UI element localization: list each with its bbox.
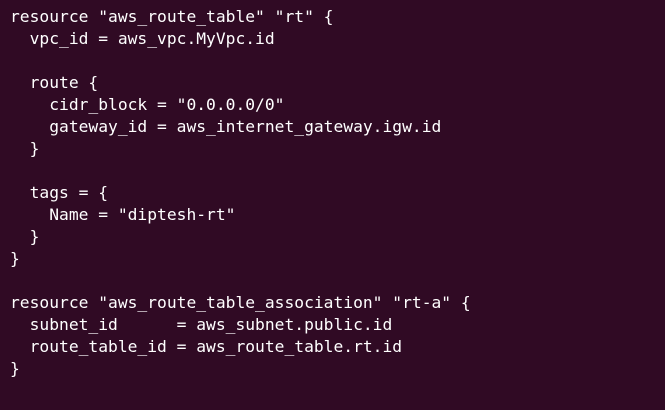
code-line: Name = "diptesh-rt" [10,205,236,224]
code-line: vpc_id = aws_vpc.MyVpc.id [10,29,275,48]
terminal-window[interactable]: resource "aws_route_table" "rt" { vpc_id… [0,0,665,410]
code-line: subnet_id = aws_subnet.public.id [10,315,393,334]
code-line: resource "aws_route_table" "rt" { [10,7,334,26]
code-line: } [10,249,20,268]
code-line: } [10,359,20,378]
code-line: route_table_id = aws_route_table.rt.id [10,337,403,356]
code-line: gateway_id = aws_internet_gateway.igw.id [10,117,442,136]
code-line: } [10,139,40,158]
code-line: cidr_block = "0.0.0.0/0" [10,95,285,114]
code-line: resource "aws_route_table_association" "… [10,293,471,312]
code-line: } [10,227,40,246]
code-line: tags = { [10,183,109,202]
code-line: route { [10,73,99,92]
